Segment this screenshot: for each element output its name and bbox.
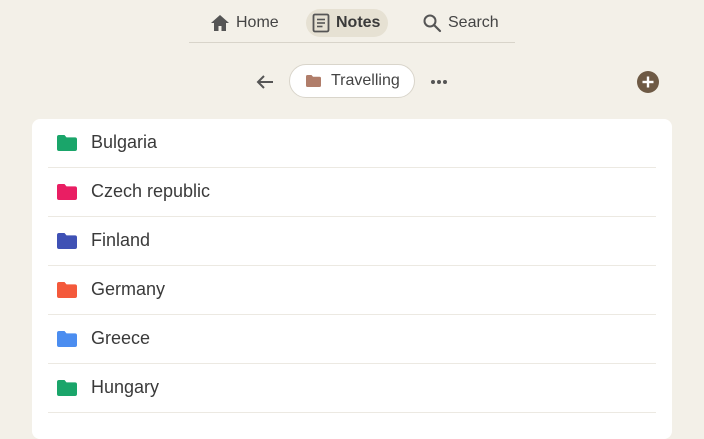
nav-search-label: Search [448,14,499,31]
add-button[interactable] [636,70,660,94]
nav-home-button[interactable]: Home [204,9,287,37]
folder-list: Bulgaria Czech republic Finland Germany … [32,119,672,439]
notes-icon [312,13,330,33]
nav-notes-label: Notes [336,14,381,31]
folder-name: Bulgaria [91,132,158,152]
more-options-button[interactable] [427,70,451,94]
list-item[interactable]: Czech republic [48,168,656,217]
folder-name: Greece [91,328,151,348]
folder-icon [57,282,77,298]
list-item[interactable]: Finland [48,217,656,266]
list-item[interactable]: Germany [48,266,656,315]
more-horizontal-icon [430,79,448,85]
arrow-left-icon [255,74,275,90]
folder-name: Finland [91,230,151,250]
add-circle-icon [636,70,660,94]
breadcrumb-label: Travelling [331,72,400,89]
breadcrumb-current-folder[interactable]: Travelling [289,64,415,98]
top-navigation: Home Notes Search [189,6,515,43]
folder-icon [57,331,77,347]
list-item[interactable]: Hungary [48,364,656,413]
folder-name: Hungary [91,377,160,397]
list-item[interactable]: Bulgaria [48,119,656,168]
folder-icon [57,233,77,249]
folder-icon [57,184,77,200]
back-button[interactable] [253,70,277,94]
folder-name: Germany [91,279,166,299]
folder-name: Czech republic [91,181,211,201]
nav-home-label: Home [236,14,279,31]
search-icon [422,13,442,33]
folder-icon [57,135,77,151]
folder-icon [306,75,321,87]
nav-search-button[interactable]: Search [416,9,507,37]
list-item[interactable]: Greece [48,315,656,364]
home-icon [210,14,230,32]
nav-notes-button[interactable]: Notes [306,9,389,37]
folder-icon [57,380,77,396]
